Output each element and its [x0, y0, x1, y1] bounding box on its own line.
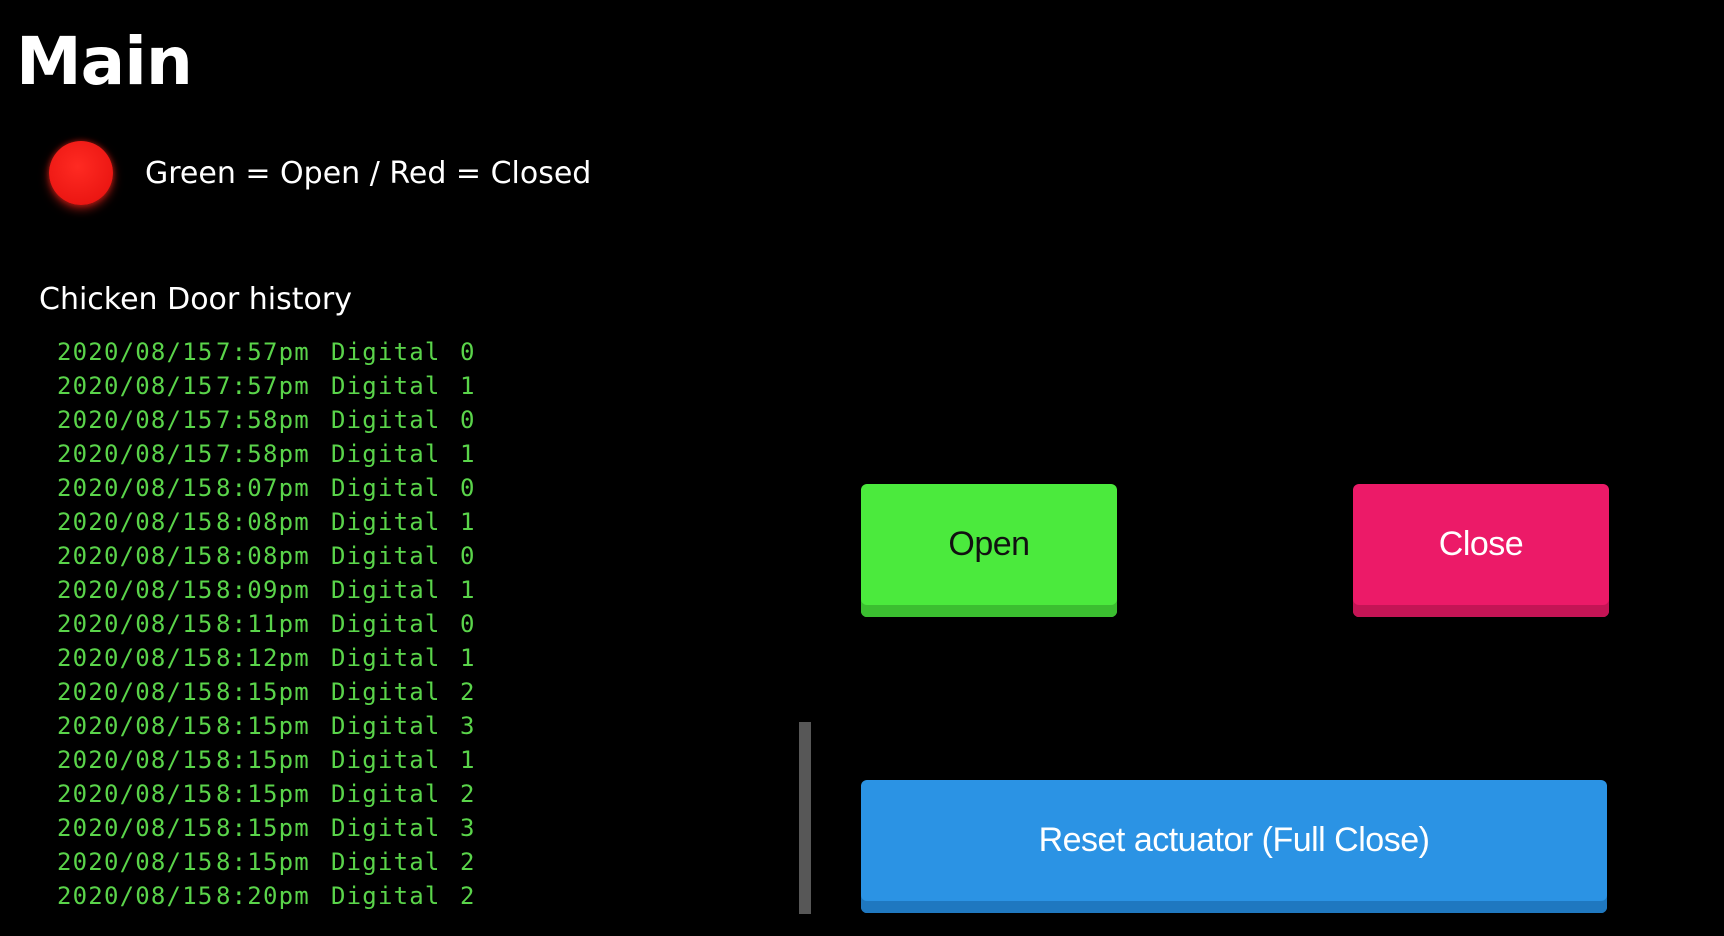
history-type: Digital	[331, 406, 441, 434]
history-type: Digital	[331, 882, 441, 910]
close-button[interactable]: Close	[1353, 484, 1609, 617]
history-type: Digital	[331, 780, 441, 808]
history-type: Digital	[331, 678, 441, 706]
history-time: 8:12pm	[216, 644, 310, 672]
history-type: Digital	[331, 576, 441, 604]
history-time: 8:15pm	[216, 746, 310, 774]
history-row: 2020/08/15 8:15pm Digital 2	[57, 845, 476, 879]
history-row: 2020/08/15 8:07pm Digital 0	[57, 471, 476, 505]
history-date: 2020/08/15	[57, 780, 214, 808]
history-type: Digital	[331, 440, 441, 468]
history-value: 0	[460, 406, 476, 434]
history-type: Digital	[331, 712, 441, 740]
history-row: 2020/08/15 8:08pm Digital 0	[57, 539, 476, 573]
history-type: Digital	[331, 814, 441, 842]
history-time: 7:58pm	[216, 406, 310, 434]
history-row: 2020/08/15 8:11pm Digital 0	[57, 607, 476, 641]
history-type: Digital	[331, 542, 441, 570]
history-time: 8:11pm	[216, 610, 310, 638]
history-time: 7:57pm	[216, 372, 310, 400]
history-value: 1	[460, 644, 476, 672]
history-date: 2020/08/15	[57, 406, 214, 434]
history-row: 2020/08/15 8:20pm Digital 2	[57, 879, 476, 913]
history-type: Digital	[331, 372, 441, 400]
history-row: 2020/08/15 8:09pm Digital 1	[57, 573, 476, 607]
history-value: 1	[460, 746, 476, 774]
history-value: 2	[460, 848, 476, 876]
history-row: 2020/08/15 8:12pm Digital 1	[57, 641, 476, 675]
history-time: 8:08pm	[216, 508, 310, 536]
history-date: 2020/08/15	[57, 610, 214, 638]
history-date: 2020/08/15	[57, 644, 214, 672]
reset-actuator-button[interactable]: Reset actuator (Full Close)	[861, 780, 1607, 913]
history-time: 8:15pm	[216, 814, 310, 842]
history-row: 2020/08/15 8:15pm Digital 3	[57, 709, 476, 743]
history-time: 7:58pm	[216, 440, 310, 468]
history-time: 8:09pm	[216, 576, 310, 604]
history-value: 3	[460, 814, 476, 842]
history-time: 8:15pm	[216, 712, 310, 740]
history-row: 2020/08/15 8:15pm Digital 1	[57, 743, 476, 777]
history-value: 0	[460, 474, 476, 502]
history-type: Digital	[331, 746, 441, 774]
history-date: 2020/08/15	[57, 746, 214, 774]
history-type: Digital	[331, 848, 441, 876]
history-time: 7:57pm	[216, 338, 310, 366]
page-title: Main	[16, 23, 193, 100]
history-value: 1	[460, 440, 476, 468]
history-date: 2020/08/15	[57, 678, 214, 706]
open-button[interactable]: Open	[861, 484, 1117, 617]
history-value: 3	[460, 712, 476, 740]
history-scrollbar[interactable]	[799, 722, 811, 914]
history-value: 0	[460, 610, 476, 638]
history-date: 2020/08/15	[57, 814, 214, 842]
history-time: 8:07pm	[216, 474, 310, 502]
history-date: 2020/08/15	[57, 576, 214, 604]
history-row: 2020/08/15 7:58pm Digital 0	[57, 403, 476, 437]
history-type: Digital	[331, 474, 441, 502]
history-date: 2020/08/15	[57, 474, 214, 502]
history-date: 2020/08/15	[57, 372, 214, 400]
history-date: 2020/08/15	[57, 338, 214, 366]
history-row: 2020/08/15 8:15pm Digital 3	[57, 811, 476, 845]
history-date: 2020/08/15	[57, 440, 214, 468]
history-value: 1	[460, 508, 476, 536]
history-date: 2020/08/15	[57, 882, 214, 910]
history-type: Digital	[331, 644, 441, 672]
history-type: Digital	[331, 508, 441, 536]
history-time: 8:20pm	[216, 882, 310, 910]
history-value: 2	[460, 678, 476, 706]
history-type: Digital	[331, 338, 441, 366]
door-status-indicator	[49, 141, 113, 205]
history-row: 2020/08/15 7:57pm Digital 0	[57, 335, 476, 369]
history-time: 8:15pm	[216, 780, 310, 808]
history-row: 2020/08/15 8:08pm Digital 1	[57, 505, 476, 539]
history-time: 8:15pm	[216, 848, 310, 876]
history-date: 2020/08/15	[57, 712, 214, 740]
history-row: 2020/08/15 7:57pm Digital 1	[57, 369, 476, 403]
history-time: 8:15pm	[216, 678, 310, 706]
history-type: Digital	[331, 610, 441, 638]
history-value: 0	[460, 542, 476, 570]
history-value: 1	[460, 372, 476, 400]
history-row: 2020/08/15 7:58pm Digital 1	[57, 437, 476, 471]
history-row: 2020/08/15 8:15pm Digital 2	[57, 675, 476, 709]
history-date: 2020/08/15	[57, 508, 214, 536]
history-value: 0	[460, 338, 476, 366]
history-date: 2020/08/15	[57, 848, 214, 876]
history-time: 8:08pm	[216, 542, 310, 570]
history-value: 2	[460, 780, 476, 808]
history-date: 2020/08/15	[57, 542, 214, 570]
history-value: 2	[460, 882, 476, 910]
history-row: 2020/08/15 8:15pm Digital 2	[57, 777, 476, 811]
history-list: 2020/08/15 7:57pm Digital 0 2020/08/15 7:57p…	[57, 335, 476, 913]
status-legend: Green = Open / Red = Closed	[145, 156, 592, 191]
history-value: 1	[460, 576, 476, 604]
history-title: Chicken Door history	[39, 282, 352, 317]
